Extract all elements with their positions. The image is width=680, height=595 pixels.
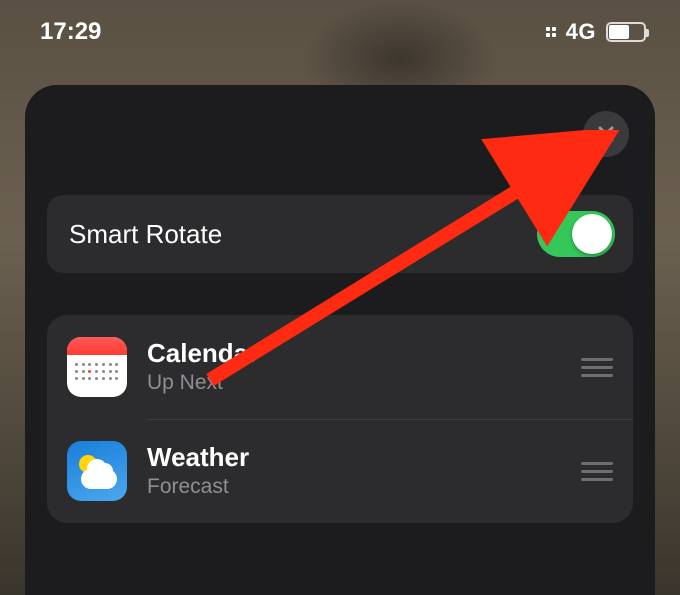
smart-rotate-toggle[interactable]	[537, 211, 615, 257]
status-right: 4G	[546, 19, 646, 45]
smart-rotate-label: Smart Rotate	[69, 219, 222, 250]
drag-handle-icon[interactable]	[581, 462, 613, 481]
widget-title: Calendar	[147, 339, 561, 369]
smart-rotate-row: Smart Rotate	[47, 195, 633, 273]
status-time: 17:29	[40, 18, 101, 46]
grid-icon	[546, 27, 556, 37]
drag-handle-icon[interactable]	[581, 358, 613, 377]
calendar-icon	[67, 337, 127, 397]
close-icon	[596, 124, 616, 144]
widget-text: Calendar Up Next	[147, 339, 561, 395]
widget-stack-sheet: Smart Rotate Calendar Up Next	[25, 85, 655, 595]
widget-row-weather[interactable]: Weather Forecast	[47, 419, 633, 523]
toggle-knob	[572, 214, 612, 254]
widget-text: Weather Forecast	[147, 443, 561, 499]
status-bar: 17:29 4G	[0, 18, 680, 46]
battery-icon	[606, 22, 646, 42]
widget-list: Calendar Up Next Weather Forecast	[47, 315, 633, 523]
widget-row-calendar[interactable]: Calendar Up Next	[47, 315, 633, 419]
widget-subtitle: Up Next	[147, 371, 561, 395]
widget-subtitle: Forecast	[147, 475, 561, 499]
close-button[interactable]	[583, 111, 629, 157]
weather-icon	[67, 441, 127, 501]
network-label: 4G	[566, 19, 596, 45]
widget-title: Weather	[147, 443, 561, 473]
